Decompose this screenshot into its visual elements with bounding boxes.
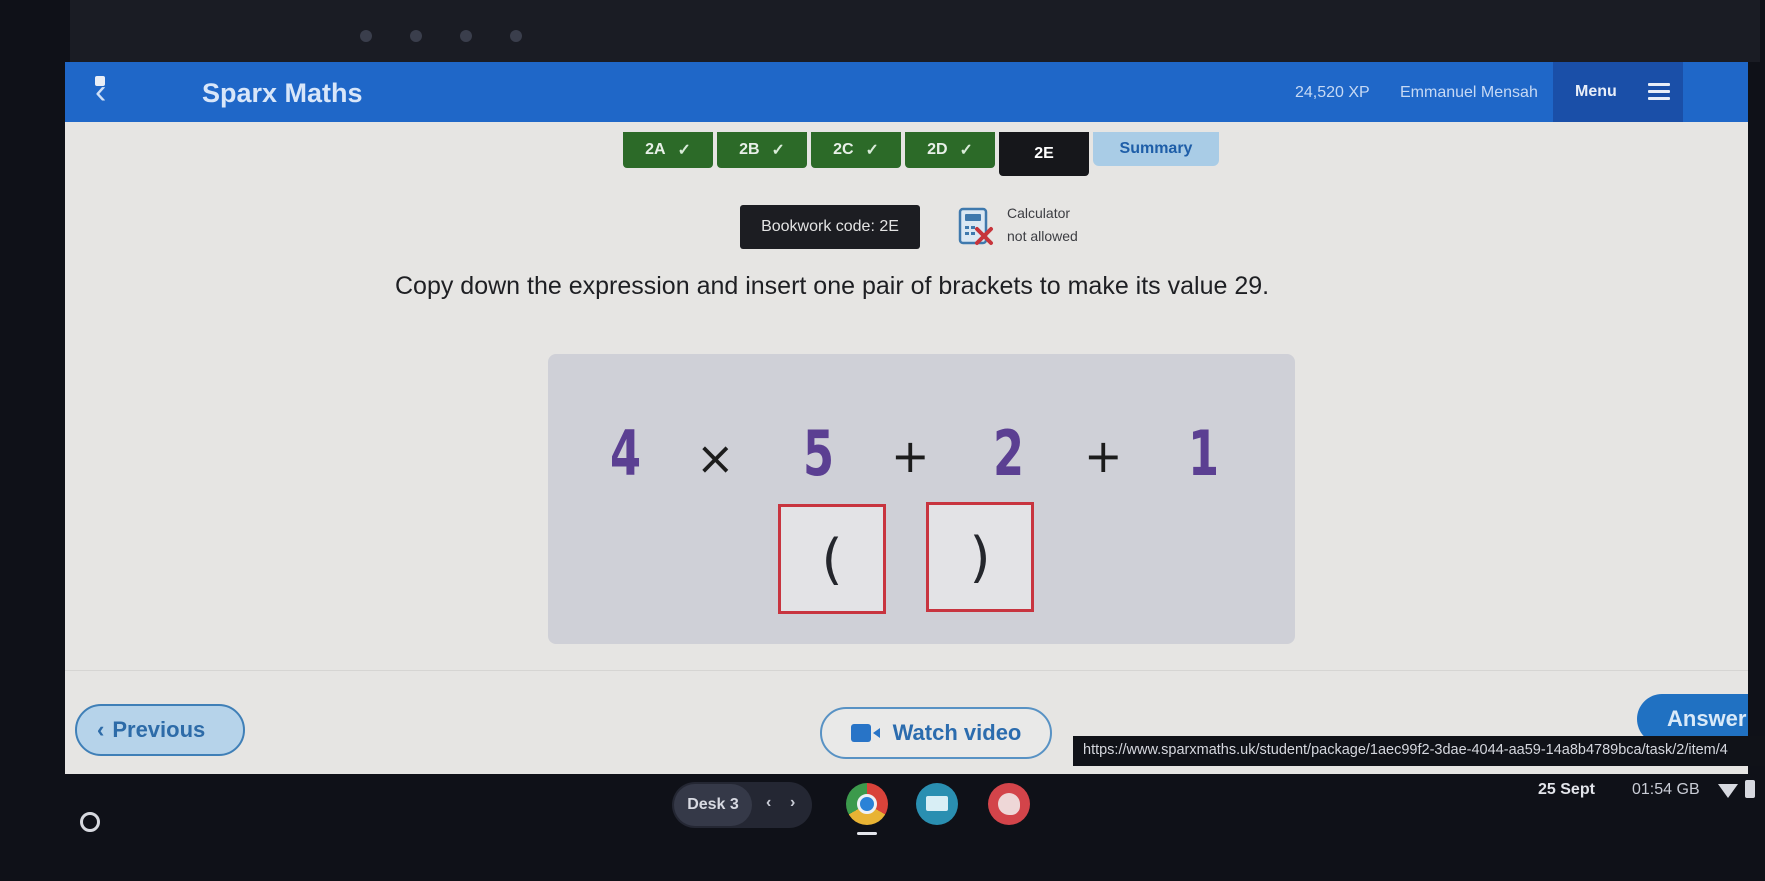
top-bar: ‹ Sparx Maths 24,520 XP Emmanuel Mensah … — [65, 62, 1765, 122]
tab-2d[interactable]: 2D ✓ — [905, 132, 995, 168]
close-bracket-tile[interactable]: ) — [926, 502, 1034, 612]
previous-button[interactable]: ‹ Previous — [75, 704, 245, 756]
expression-panel: 4 × 5 + 2 + 1 ( ) — [548, 354, 1295, 644]
shelf-date[interactable]: 25 Sept — [1538, 781, 1595, 799]
multiply-operator: × — [696, 431, 735, 485]
globe-icon[interactable] — [410, 30, 422, 42]
check-icon: ✓ — [677, 142, 691, 159]
calculator-line1: Calculator — [1007, 205, 1071, 221]
video-camera-icon — [850, 723, 881, 743]
divider — [65, 670, 1765, 671]
chevron-left-icon: ‹ — [97, 717, 105, 742]
chrome-icon[interactable] — [846, 783, 888, 825]
plus-operator: + — [891, 429, 930, 483]
tab-label: 2D — [927, 141, 948, 158]
tab-summary[interactable]: Summary — [1093, 132, 1219, 166]
browser-chrome — [70, 0, 1760, 62]
canvas-app-icon[interactable] — [988, 783, 1030, 825]
bookmarks-bar — [360, 30, 522, 46]
tab-label: 2E — [1034, 145, 1054, 162]
tab-label: 2C — [833, 141, 854, 158]
cards-app-icon[interactable] — [916, 783, 958, 825]
user-name: Emmanuel Mensah — [1400, 84, 1538, 101]
menu-label: Menu — [1575, 83, 1617, 100]
brand-title: Sparx Maths — [202, 78, 363, 108]
previous-label: Previous — [112, 717, 206, 742]
desk-prev-icon[interactable]: ‹ — [766, 794, 771, 812]
globe-icon[interactable] — [510, 30, 522, 42]
battery-icon[interactable] — [1745, 780, 1755, 798]
tab-2b[interactable]: 2B ✓ — [717, 132, 807, 168]
bookwork-code: Bookwork code: 2E — [740, 205, 920, 249]
hamburger-icon — [1648, 83, 1670, 101]
shelf-time[interactable]: 01:54 GB — [1632, 781, 1700, 799]
tab-label: Summary — [1119, 140, 1193, 157]
xp-count: 24,520 XP — [1295, 84, 1370, 101]
tab-2e[interactable]: 2E — [999, 132, 1089, 176]
calculator-line2: not allowed — [1007, 228, 1078, 244]
watch-video-label: Watch video — [892, 720, 1022, 745]
calculator-not-allowed-icon — [958, 207, 993, 245]
launcher-icon[interactable] — [80, 812, 100, 832]
wifi-icon[interactable] — [1718, 784, 1738, 798]
calculator-status: Calculator not allowed — [1007, 202, 1078, 248]
globe-icon[interactable] — [460, 30, 472, 42]
check-icon: ✓ — [865, 142, 879, 159]
desk-switcher: Desk 3 ‹ › — [672, 782, 812, 828]
screen-edge — [1748, 62, 1765, 774]
check-icon: ✓ — [771, 142, 785, 159]
plus-operator: + — [1084, 429, 1123, 483]
locale: GB — [1676, 781, 1700, 798]
open-bracket-tile[interactable]: ( — [778, 504, 886, 614]
menu-button[interactable]: Menu — [1553, 62, 1683, 122]
tab-2a[interactable]: 2A ✓ — [623, 132, 713, 168]
expression-number: 1 — [1188, 417, 1220, 490]
screen: ‹ Sparx Maths 24,520 XP Emmanuel Mensah … — [0, 0, 1765, 881]
back-chevron-icon[interactable]: ‹ — [95, 74, 106, 110]
tab-label: 2B — [739, 141, 760, 158]
sparx-app: ‹ Sparx Maths 24,520 XP Emmanuel Mensah … — [65, 62, 1765, 774]
question-text: Copy down the expression and insert one … — [395, 272, 1270, 300]
desk-next-icon[interactable]: › — [790, 794, 795, 812]
task-tabs: 2A ✓ 2B ✓ 2C ✓ 2D ✓ 2E Summary — [623, 132, 1219, 176]
running-indicator — [857, 832, 877, 835]
desk-button[interactable]: Desk 3 — [674, 784, 752, 826]
tab-label: 2A — [645, 141, 666, 158]
tab-2c[interactable]: 2C ✓ — [811, 132, 901, 168]
watch-video-button[interactable]: Watch video — [820, 707, 1052, 759]
expression-number: 2 — [993, 417, 1025, 490]
link-status-url: https://www.sparxmaths.uk/student/packag… — [1073, 736, 1765, 766]
expression-number: 4 — [610, 417, 642, 490]
expression: 4 × 5 + 2 + 1 — [548, 409, 1295, 499]
expression-number: 5 — [803, 417, 835, 490]
globe-icon[interactable] — [360, 30, 372, 42]
check-icon: ✓ — [959, 142, 973, 159]
time-value: 01:54 — [1632, 781, 1673, 798]
